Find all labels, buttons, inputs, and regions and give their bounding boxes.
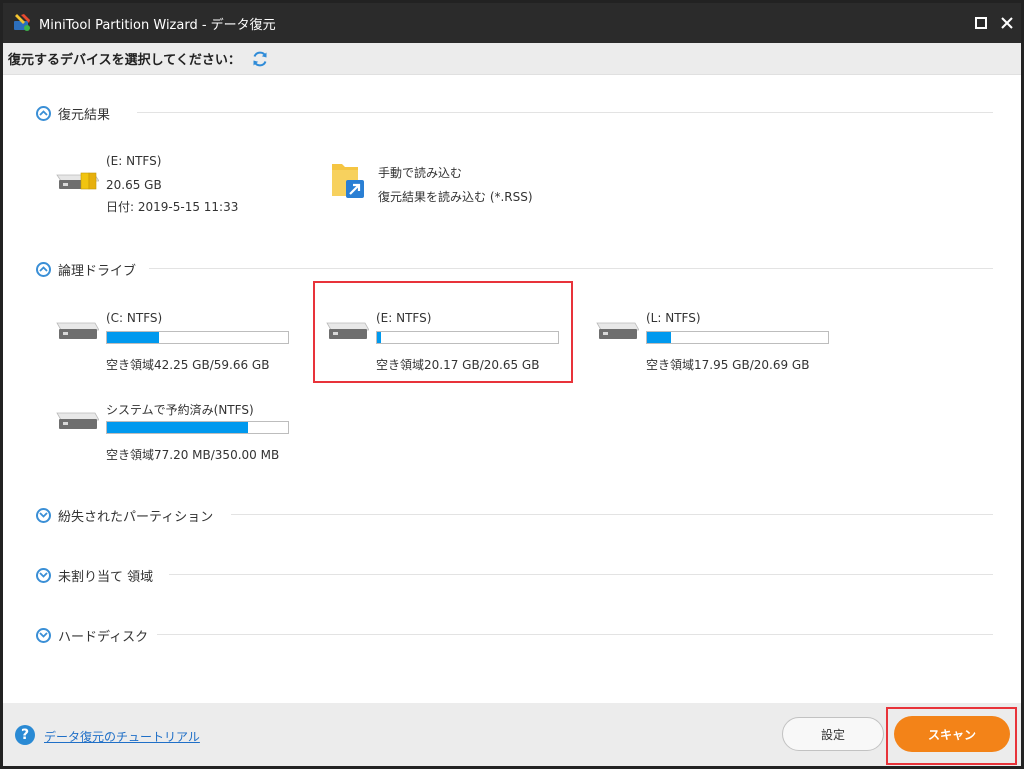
drive-usage-fill xyxy=(107,332,160,343)
section-label: 紛失されたパーティション xyxy=(58,509,214,525)
device-select-header: 復元するデバイスを選択してください： xyxy=(3,43,1021,75)
chevron-down-circle-icon xyxy=(36,567,51,583)
recovery-drive-name: (E: NTFS) xyxy=(106,154,162,168)
section-divider xyxy=(231,514,993,515)
drive-free-space: 空き領域17.95 GB/20.69 GB xyxy=(646,358,810,372)
settings-button[interactable]: 設定 xyxy=(782,717,884,751)
section-label: 未割り当て 領域 xyxy=(58,569,154,585)
section-divider xyxy=(169,574,993,575)
drive-name: (C: NTFS) xyxy=(106,311,163,325)
refresh-icon[interactable] xyxy=(251,50,269,68)
section-label: ハードディスク xyxy=(58,629,149,645)
hard-drive-icon xyxy=(56,322,99,339)
recovery-result-item[interactable]: (E: NTFS) 20.65 GB 日付: 2019-5-15 11:33 xyxy=(55,138,275,214)
title-bar: MiniTool Partition Wizard - データ復元 xyxy=(3,3,1021,43)
section-lost-partitions[interactable]: 紛失されたパーティション xyxy=(36,505,213,525)
section-recovery-result[interactable]: 復元結果 xyxy=(36,103,110,123)
window-title: MiniTool Partition Wizard - データ復元 xyxy=(39,17,276,33)
chevron-up-circle-icon xyxy=(36,261,51,277)
help-icon[interactable]: ? xyxy=(15,725,35,745)
recovery-drive-size: 20.65 GB xyxy=(106,178,162,192)
drive-item[interactable]: システムで予約済み(NTFS) 空き領域77.20 MB/350.00 MB xyxy=(55,381,315,462)
drive-free-space: 空き領域42.25 GB/59.66 GB xyxy=(106,358,270,372)
hard-drive-icon xyxy=(56,412,99,429)
drive-usage-fill xyxy=(647,332,671,343)
app-window: MiniTool Partition Wizard - データ復元 復元するデバ… xyxy=(0,0,1024,769)
manual-load-title: 手動で読み込む xyxy=(378,166,463,180)
section-label: 復元結果 xyxy=(58,107,111,123)
drive-item[interactable]: (L: NTFS) 空き領域17.95 GB/20.69 GB xyxy=(595,291,835,372)
manual-load-item[interactable]: 手動で読み込む 復元結果を読み込む (*.RSS) xyxy=(327,138,567,208)
drive-name: (L: NTFS) xyxy=(646,311,701,325)
close-icon xyxy=(1001,17,1013,29)
hard-drive-icon xyxy=(596,322,639,339)
maximize-button[interactable] xyxy=(971,13,991,33)
chevron-down-circle-icon xyxy=(36,507,51,523)
folder-arrow-icon xyxy=(332,164,364,198)
maximize-icon xyxy=(975,17,987,29)
chevron-down-circle-icon xyxy=(36,627,51,643)
section-divider xyxy=(149,268,993,269)
device-select-prompt: 復元するデバイスを選択してください： xyxy=(8,53,241,68)
hard-drive-icon xyxy=(56,172,99,190)
recovery-date: 日付: 2019-5-15 11:33 xyxy=(106,200,239,214)
device-list-panel: 復元結果 (E: NTFS) 20.65 GB 日付: 2019-5-15 11… xyxy=(3,75,1021,703)
section-logical-drives[interactable]: 論理ドライブ xyxy=(36,259,136,279)
selected-drive-highlight xyxy=(313,281,573,383)
drive-free-space: 空き領域77.20 MB/350.00 MB xyxy=(106,448,280,462)
chevron-up-circle-icon xyxy=(36,105,51,121)
section-divider xyxy=(157,634,993,635)
drive-usage-bar xyxy=(106,421,289,434)
scan-button[interactable]: スキャン xyxy=(894,716,1010,752)
drive-usage-bar xyxy=(646,331,829,344)
drive-item[interactable]: (C: NTFS) 空き領域42.25 GB/59.66 GB xyxy=(55,291,295,372)
section-hard-disk[interactable]: ハードディスク xyxy=(36,625,148,645)
app-logo-icon xyxy=(14,14,30,31)
drive-name: システムで予約済み(NTFS) xyxy=(106,403,254,417)
manual-load-subtitle: 復元結果を読み込む (*.RSS) xyxy=(378,190,533,204)
tutorial-link[interactable]: データ復元のチュートリアル xyxy=(44,728,200,745)
section-unallocated[interactable]: 未割り当て 領域 xyxy=(36,565,153,585)
footer-bar: ? データ復元のチュートリアル 設定 スキャン xyxy=(3,703,1021,766)
drive-usage-bar xyxy=(106,331,289,344)
section-label: 論理ドライブ xyxy=(58,263,137,279)
close-button[interactable] xyxy=(997,13,1017,33)
drive-usage-fill xyxy=(107,422,249,433)
section-divider xyxy=(137,112,993,113)
